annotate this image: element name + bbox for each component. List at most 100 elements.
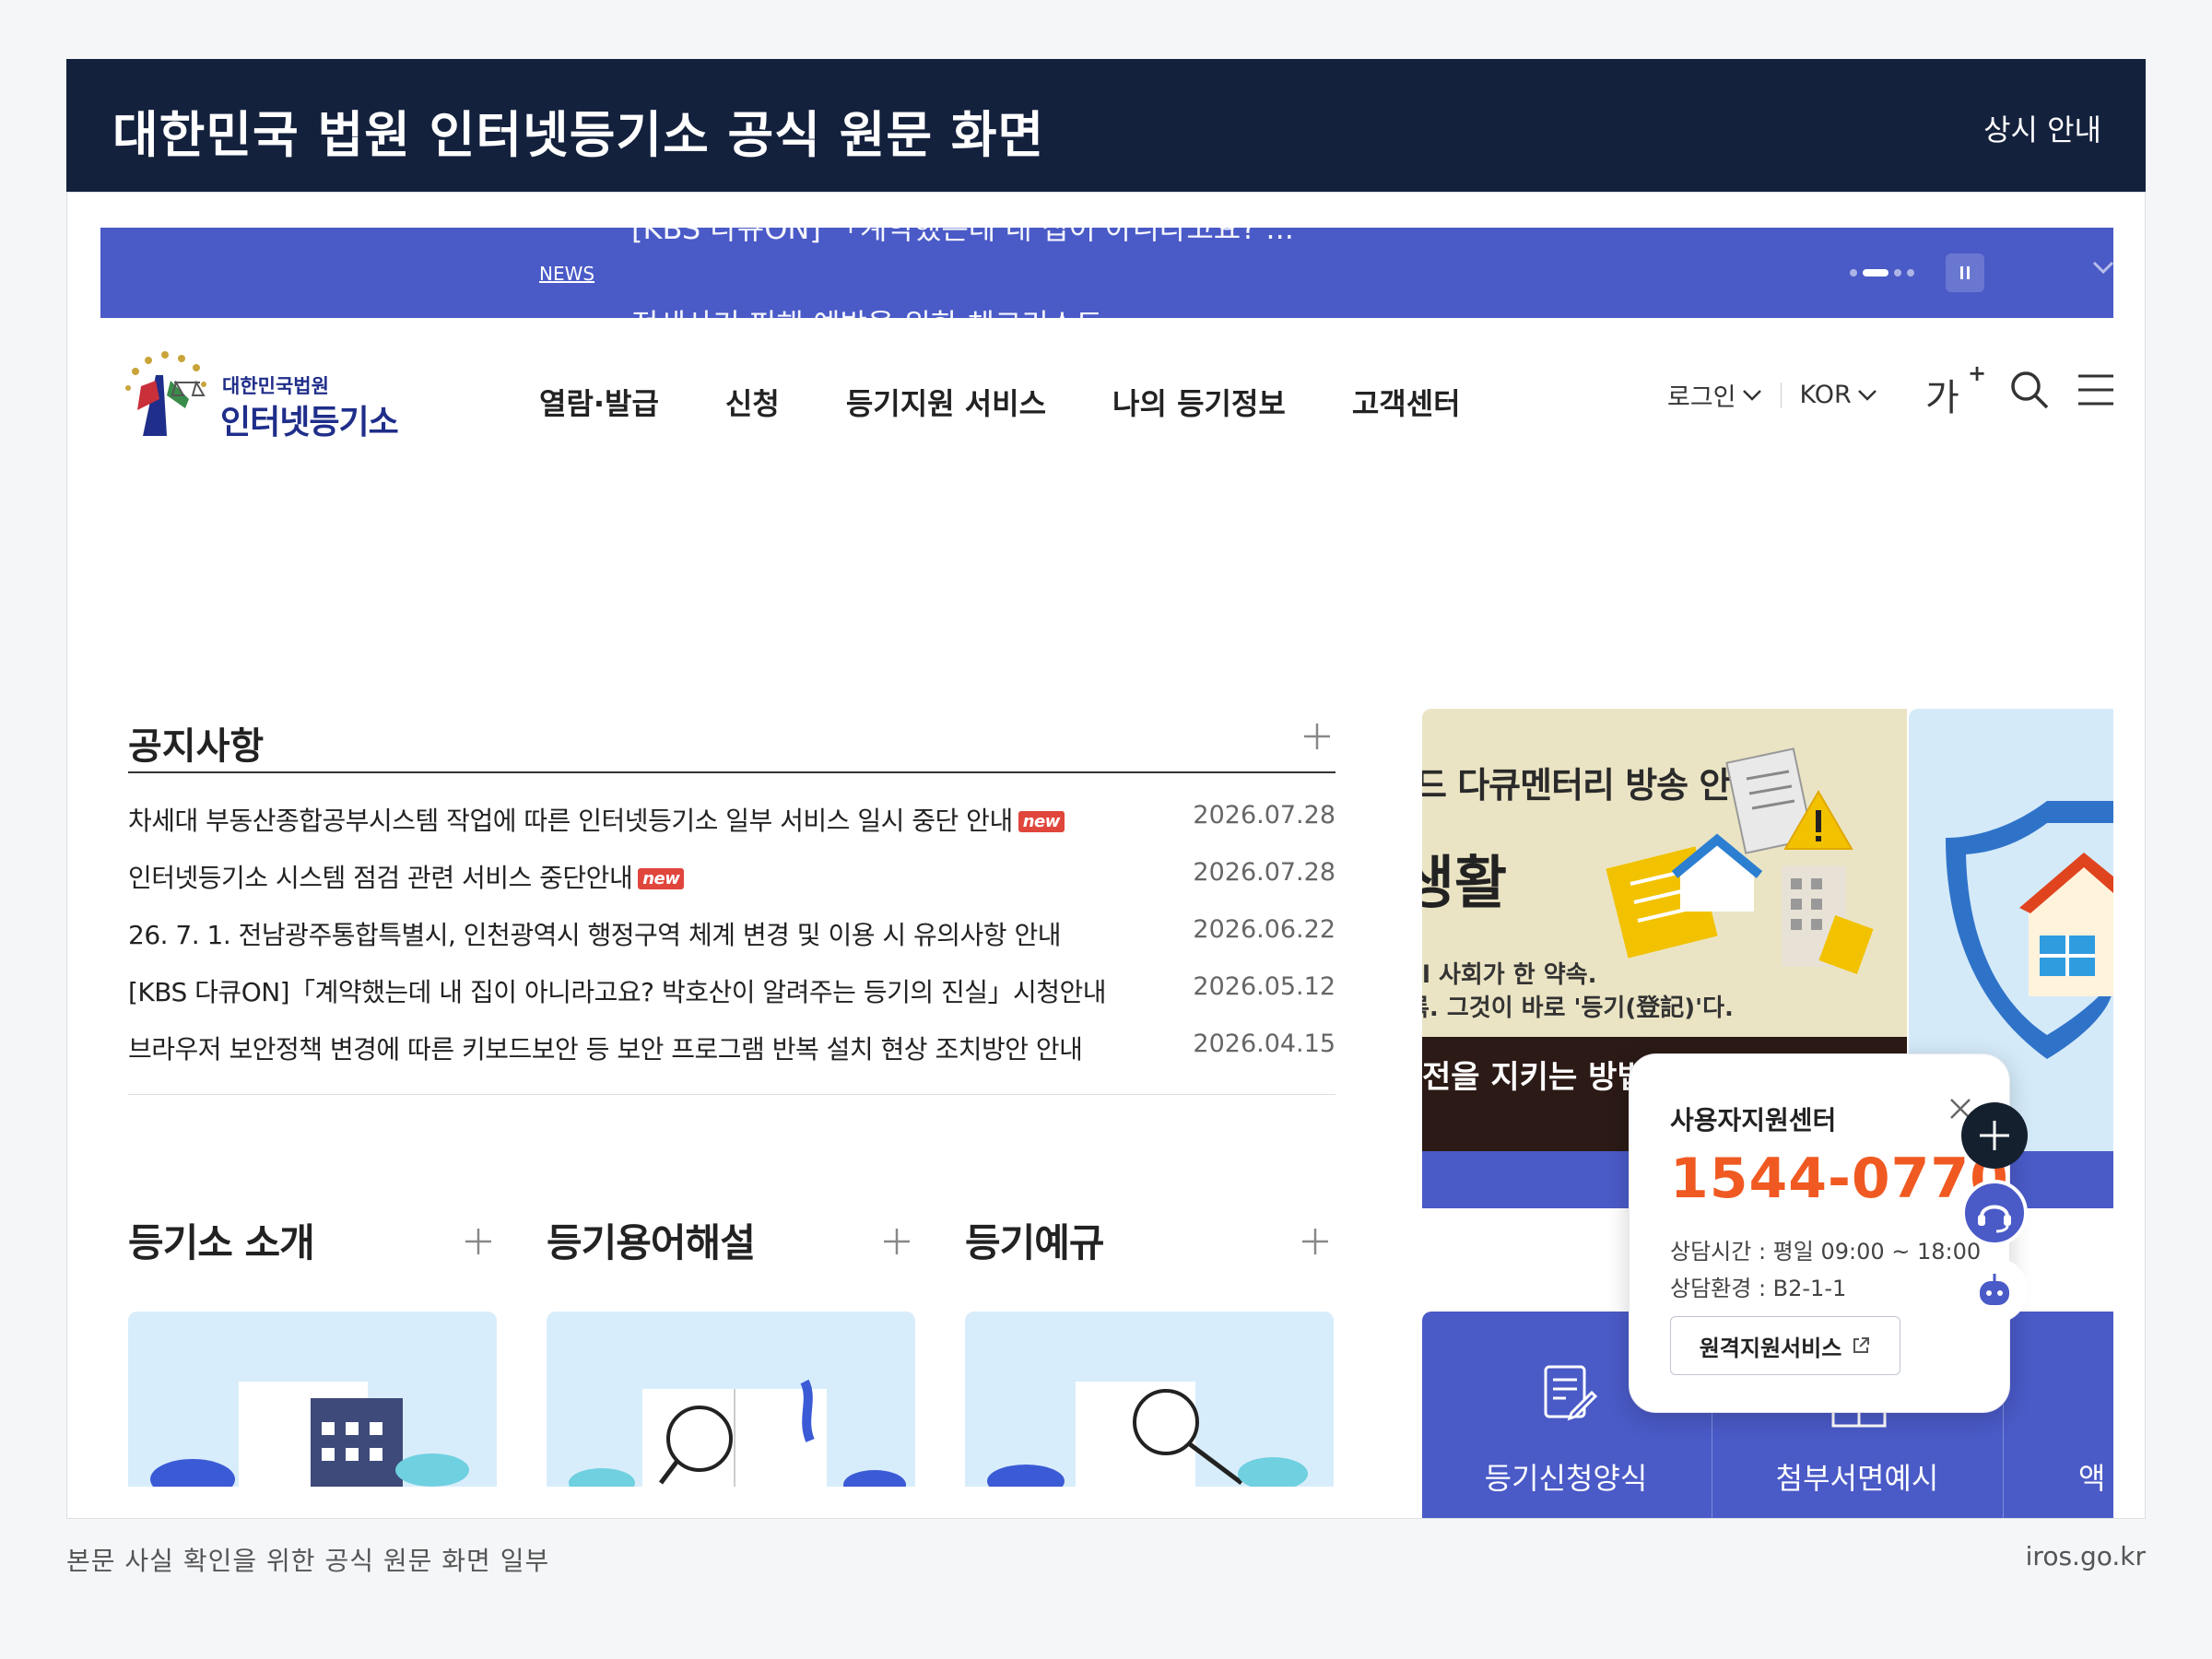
menu-item-apply[interactable]: 신청 xyxy=(725,381,780,423)
support-center-popup: 사용자지원센터 1544-0770 상담시간 : 평일 09:00 ~ 18:0… xyxy=(1629,1053,2010,1413)
slide-dot[interactable] xyxy=(1850,269,1857,276)
utility-links: 로그인 KOR xyxy=(1667,377,1877,413)
notice-item-date: 2026.05.12 xyxy=(1193,972,1335,1001)
notice-item-date: 2026.07.28 xyxy=(1193,801,1335,830)
floating-support-button[interactable] xyxy=(1961,1180,2028,1246)
support-title: 사용자지원센터 xyxy=(1670,1105,1837,1135)
documents-warning-illustration-icon xyxy=(1606,747,1874,974)
support-hours: 상담시간 : 평일 09:00 ~ 18:00 xyxy=(1670,1239,1982,1265)
notice-item-title[interactable]: 브라우저 보안정책 변경에 따른 키보드보안 등 보안 프로그램 반복 설치 현… xyxy=(128,1030,1083,1066)
document-magnifier-illustration-icon xyxy=(987,1382,1308,1487)
chevron-down-icon xyxy=(2092,261,2113,275)
menu-item-my-registry[interactable]: 나의 등기정보 xyxy=(1112,381,1286,423)
notice-title: 공지사항 xyxy=(128,725,265,768)
banner-text: 생활 xyxy=(1422,849,1508,916)
notice-list: 차세대 부동산종합공부시스템 작업에 따른 인터넷등기소 일부 서비스 일시 중… xyxy=(128,773,1335,1095)
section-card[interactable] xyxy=(128,1312,497,1487)
headset-icon xyxy=(1978,1205,2011,1233)
quick-link-label[interactable]: 액 xyxy=(2078,1455,2105,1498)
primary-menu: 열람·발급 신청 등기지원 서비스 나의 등기정보 고객센터 xyxy=(539,381,1461,423)
divider xyxy=(1780,382,1782,408)
more-plus-icon[interactable] xyxy=(1299,718,1335,755)
document-header: 대한민국 법원 인터넷등기소 공식 원문 화면 상시 안내 xyxy=(66,59,2146,192)
menu-item-support-service[interactable]: 등기지원 서비스 xyxy=(846,381,1046,423)
notice-item-date: 2026.07.28 xyxy=(1193,858,1335,887)
chatbot-icon xyxy=(1980,1274,2009,1305)
list-item[interactable]: 인터넷등기소 시스템 점검 관련 서비스 중단안내 new 2026.07.28 xyxy=(128,845,1335,902)
plus-icon xyxy=(1980,1121,2009,1150)
info-sections: 등기소 소개 등기용어해설 등기예규 xyxy=(128,1206,1335,1518)
news-ticker: NEWS [KBS 다큐ON] 「계약했는데 내 집이 아니라고요? ... 전… xyxy=(100,228,2113,318)
slide-dot-active[interactable] xyxy=(1863,269,1888,276)
list-item[interactable]: 브라우저 보안정책 변경에 따른 키보드보안 등 보안 프로그램 반복 설치 현… xyxy=(128,1017,1335,1074)
section-card[interactable] xyxy=(965,1312,1334,1487)
section-title: 등기소 소개 xyxy=(128,1220,315,1265)
remote-support-button[interactable]: 원격지원서비스 xyxy=(1670,1316,1900,1375)
ticker-item[interactable]: 전세사기 피해 예방을 위한 체크리스트 xyxy=(631,301,1103,318)
pause-button[interactable] xyxy=(1946,253,1984,292)
login-dropdown[interactable]: 로그인 xyxy=(1667,377,1762,413)
new-badge: new xyxy=(1018,811,1065,832)
pause-icon xyxy=(1960,266,1970,279)
chevron-down-icon xyxy=(1857,389,1877,401)
book-magnifier-illustration-icon xyxy=(569,1379,906,1487)
list-item[interactable]: [KBS 다큐ON]「계약했는데 내 집이 아니라고요? 박호산이 알려주는 등… xyxy=(128,959,1335,1017)
support-environment: 상담환경 : B2-1-1 xyxy=(1670,1276,1847,1301)
section-rules: 등기예규 xyxy=(965,1206,1334,1518)
notice-board: 공지사항 차세대 부동산종합공부시스템 작업에 따른 인터넷등기소 일부 서비스… xyxy=(128,709,1335,1095)
court-emblem-icon xyxy=(125,351,206,436)
section-card[interactable] xyxy=(547,1312,915,1487)
more-plus-icon[interactable] xyxy=(1297,1223,1334,1260)
header-notice: 상시 안내 xyxy=(1983,112,2101,147)
font-size-label: 가 xyxy=(1925,377,1959,419)
new-badge: new xyxy=(638,868,685,889)
floating-plus-button[interactable] xyxy=(1961,1102,2028,1169)
section-title: 등기용어해설 xyxy=(547,1220,756,1265)
menu-item-customer-center[interactable]: 고객센터 xyxy=(1352,381,1461,423)
ticker-expand-button[interactable] xyxy=(2091,259,2113,279)
notice-item-date: 2026.06.22 xyxy=(1193,915,1335,944)
language-dropdown[interactable]: KOR xyxy=(1800,381,1877,409)
notice-header: 공지사항 xyxy=(128,709,1335,773)
font-size-plus: + xyxy=(1968,360,1987,386)
more-plus-icon[interactable] xyxy=(460,1223,497,1260)
slide-indicator xyxy=(1850,269,1914,276)
notice-item-title[interactable]: [KBS 다큐ON]「계약했는데 내 집이 아니라고요? 박호산이 알려주는 등… xyxy=(128,972,1107,1009)
form-document-icon xyxy=(1544,1365,1597,1421)
ticker-item[interactable]: [KBS 다큐ON] 「계약했는데 내 집이 아니라고요? ... xyxy=(631,228,1294,248)
toolbar-icons: 가 + xyxy=(1925,360,2117,419)
section-title: 등기예규 xyxy=(965,1220,1105,1265)
banner-text: l 사회가 한 약속. xyxy=(1422,961,1597,989)
search-icon[interactable] xyxy=(2008,369,2051,411)
main-navbar: 대한민국법원 인터넷등기소 열람·발급 신청 등기지원 서비스 나의 등기정보 … xyxy=(100,331,2113,451)
list-item[interactable]: 26. 7. 1. 전남광주통합특별시, 인천광역시 행정구역 체계 변경 및 … xyxy=(128,902,1335,959)
building-illustration-icon xyxy=(150,1382,469,1487)
slide-dot[interactable] xyxy=(1894,269,1901,276)
support-phone-number[interactable]: 1544-0770 xyxy=(1670,1147,2009,1211)
language-label: KOR xyxy=(1799,381,1852,409)
screenshot-frame: NEWS [KBS 다큐ON] 「계약했는데 내 집이 아니라고요? ... 전… xyxy=(66,192,2146,1519)
login-label: 로그인 xyxy=(1667,383,1736,412)
slide-dot[interactable] xyxy=(1907,269,1914,276)
notice-item-date: 2026.04.15 xyxy=(1193,1030,1335,1058)
quick-link-label: 등기신청양식 xyxy=(1484,1461,1648,1496)
quick-link-label: 첨부서면예시 xyxy=(1775,1461,1939,1496)
notice-item-title[interactable]: 26. 7. 1. 전남광주통합특별시, 인천광역시 행정구역 체계 변경 및 … xyxy=(128,915,1062,952)
site-logo[interactable]: 대한민국법원 인터넷등기소 xyxy=(119,344,414,445)
figure-caption: 본문 사실 확인을 위한 공식 원문 화면 일부 xyxy=(66,1546,550,1576)
news-label: NEWS xyxy=(539,263,595,285)
notice-item-title[interactable]: 차세대 부동산종합공부시스템 작업에 따른 인터넷등기소 일부 서비스 일시 중… xyxy=(128,801,1065,838)
external-link-icon xyxy=(1853,1337,1870,1353)
hamburger-menu-icon[interactable] xyxy=(2075,371,2117,409)
menu-item-view-issue[interactable]: 열람·발급 xyxy=(539,381,659,423)
figure-source: iros.go.kr xyxy=(2025,1541,2146,1571)
list-item[interactable]: 차세대 부동산종합공부시스템 작업에 따른 인터넷등기소 일부 서비스 일시 중… xyxy=(128,788,1335,845)
floating-chatbot-button[interactable] xyxy=(1961,1257,2028,1324)
remote-support-label: 원격지원서비스 xyxy=(1699,1335,1842,1361)
notice-item-title[interactable]: 인터넷등기소 시스템 점검 관련 서비스 중단안내 new xyxy=(128,858,685,895)
logo-title: 인터넷등기소 xyxy=(220,404,399,441)
font-size-button[interactable]: 가 + xyxy=(1925,360,1986,419)
more-plus-icon[interactable] xyxy=(878,1223,915,1260)
section-intro: 등기소 소개 xyxy=(128,1206,497,1518)
chevron-down-icon xyxy=(1742,389,1761,401)
